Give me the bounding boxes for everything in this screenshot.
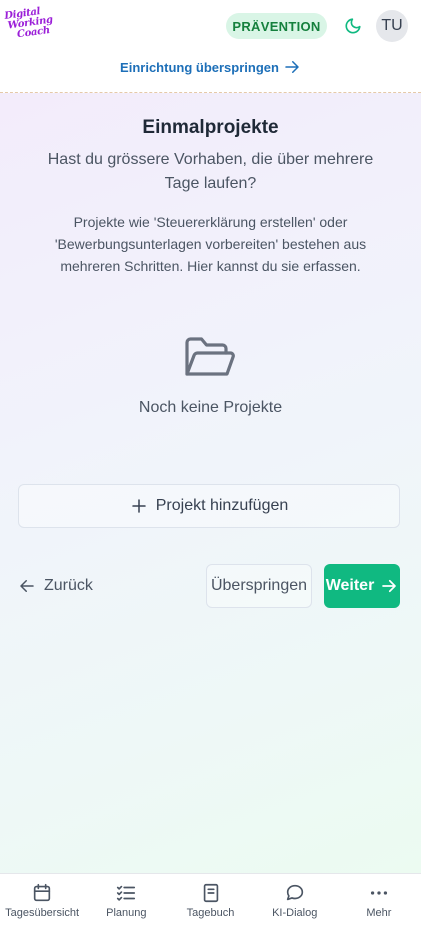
nav-label: Tagesübersicht <box>5 907 80 919</box>
mode-badge: PRÄVENTION <box>226 13 327 39</box>
plus-icon <box>131 499 146 513</box>
calendar-icon <box>33 883 51 902</box>
bottom-navigation: Tagesübersicht Planung Tagebuch KI-Dialo… <box>0 873 421 925</box>
app-logo[interactable]: Digital Working Coach <box>4 6 54 46</box>
next-button[interactable]: Weiter <box>324 564 400 608</box>
onboarding-step: Einmalprojekte Hast du grössere Vorhaben… <box>0 93 421 873</box>
step-question: Hast du grössere Vorhaben, die über mehr… <box>47 151 374 192</box>
skip-step-button[interactable]: Überspringen <box>206 564 312 608</box>
arrow-right-icon <box>285 61 299 73</box>
nav-item-tagebuch[interactable]: Tagebuch <box>168 874 252 925</box>
book-icon <box>203 883 218 903</box>
nav-label: Planung <box>106 907 147 919</box>
folder-open-icon <box>185 337 235 376</box>
step-description: Projekte wie 'Steuererklärung erstellen'… <box>54 214 367 274</box>
chat-icon <box>286 884 303 901</box>
nav-label: Mehr <box>366 907 392 919</box>
nav-label: Tagebuch <box>186 907 235 919</box>
page-title: Einmalprojekte <box>142 117 279 138</box>
add-project-button[interactable]: Projekt hinzufügen <box>18 484 400 528</box>
moon-icon <box>345 18 361 34</box>
next-label: Weiter <box>325 577 375 594</box>
skip-setup-link[interactable]: Einrichtung überspringen <box>0 57 421 77</box>
add-project-label: Projekt hinzufügen <box>155 497 289 514</box>
user-avatar[interactable]: TU <box>376 10 408 42</box>
nav-item-planung[interactable]: Planung <box>84 874 168 925</box>
arrow-left-icon <box>20 580 34 592</box>
app-header: Digital Working Coach PRÄVENTION TU Einr… <box>0 0 421 93</box>
arrow-right-icon <box>382 579 397 593</box>
checklist-icon <box>117 885 136 901</box>
nav-label: KI-Dialog <box>272 907 318 919</box>
nav-item-mehr[interactable]: Mehr <box>337 874 421 925</box>
back-button[interactable]: Zurück <box>18 564 118 608</box>
theme-toggle-button[interactable] <box>341 14 365 38</box>
nav-item-ki-dialog[interactable]: KI-Dialog <box>253 874 337 925</box>
nav-item-tagesuebersicht[interactable]: Tagesübersicht <box>0 874 84 925</box>
empty-state-text: Noch keine Projekte <box>138 399 283 416</box>
skip-setup-label: Einrichtung überspringen <box>120 59 279 75</box>
more-icon <box>370 891 387 895</box>
back-label: Zurück <box>44 577 93 594</box>
logo-line-3: Coach <box>16 24 51 41</box>
